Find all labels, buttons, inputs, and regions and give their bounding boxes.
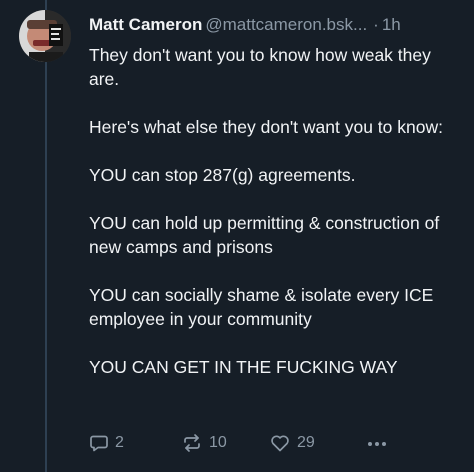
reply-icon: [90, 435, 108, 452]
post-paragraph: They don't want you to know how weak the…: [89, 45, 431, 89]
like-count: 29: [297, 434, 315, 451]
avatar-image: [19, 10, 71, 62]
post-paragraph: YOU can hold up permitting & constructio…: [89, 213, 440, 257]
post-actions: 2 10 29: [89, 430, 409, 456]
post-paragraph: Here's what else they don't want you to …: [89, 117, 443, 137]
author-handle[interactable]: @mattcameron.bsk...: [205, 15, 367, 34]
thread-line: [45, 0, 47, 472]
post-header: Matt Cameron @mattcameron.bsk... · 1h: [89, 13, 464, 37]
post-paragraph: YOU CAN GET IN THE FUCKING WAY: [89, 357, 398, 377]
repost-count: 10: [209, 434, 227, 451]
post-paragraph: YOU can socially shame & isolate every I…: [89, 285, 434, 329]
more-icon: [368, 442, 386, 446]
more-options-button[interactable]: [366, 430, 388, 456]
author-name[interactable]: Matt Cameron: [89, 15, 202, 34]
post-body: They don't want you to know how weak the…: [89, 43, 459, 379]
post-paragraph: YOU can stop 287(g) agreements.: [89, 165, 356, 185]
repost-icon: [184, 434, 200, 452]
post-time[interactable]: 1h: [382, 15, 401, 34]
repost-button[interactable]: 10: [181, 430, 227, 456]
reply-count: 2: [115, 434, 124, 451]
dot-separator: ·: [373, 15, 379, 34]
reply-button[interactable]: 2: [89, 430, 124, 456]
like-button[interactable]: 29: [269, 430, 315, 456]
heart-icon: [271, 435, 289, 452]
avatar[interactable]: [19, 10, 71, 62]
